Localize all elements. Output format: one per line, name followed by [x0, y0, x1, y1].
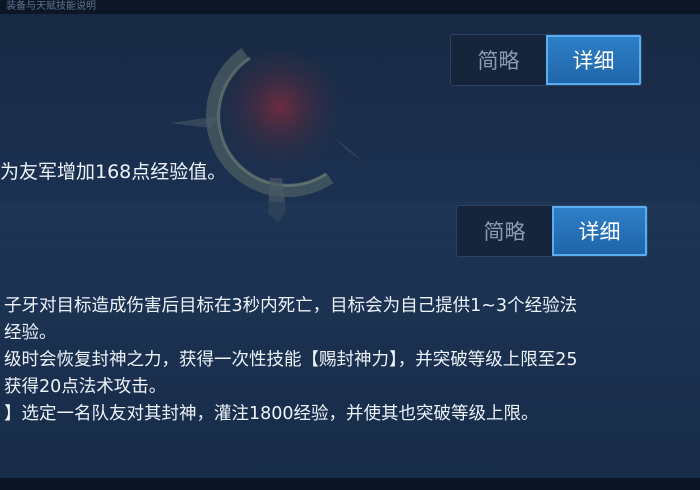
skill-panel-1: 简略 详细 为友军增加168点经验值。 — [0, 14, 700, 223]
description-line: 经验。 — [4, 323, 57, 343]
top-bar: 装备与天赋技能说明 — [0, 0, 700, 14]
skill-description-2: 子牙对目标造成伤害后目标在3秒内死亡，目标会为自己提供1~3个经验法 经验。 级… — [0, 293, 578, 428]
game-screen: 装备与天赋技能说明 简略 详细 为友军增加168点经验值。 简略 详细 子牙对目… — [0, 0, 700, 490]
detail-button[interactable]: 详细 — [546, 35, 641, 85]
faded-title: 装备与天赋技能说明 — [6, 1, 96, 12]
detail-button[interactable]: 详细 — [552, 206, 647, 256]
skill-description-1: 为友军增加168点经验值。 — [0, 161, 227, 183]
brief-button[interactable]: 简略 — [451, 35, 546, 85]
bottom-edge — [0, 478, 700, 490]
description-line: 】选定一名队友对其封神，灌注1800经验，并使其也突破等级上限。 — [4, 404, 539, 424]
brief-button[interactable]: 简略 — [457, 206, 552, 256]
view-toggle-2: 简略 详细 — [456, 205, 648, 257]
description-line: 级时会恢复封神之力，获得一次性技能【赐封神力】，并突破等级上限至25 — [4, 350, 578, 370]
description-line: 子牙对目标造成伤害后目标在3秒内死亡，目标会为自己提供1~3个经验法 — [4, 296, 578, 316]
view-toggle-1: 简略 详细 — [450, 34, 642, 86]
description-line: 获得20点法术攻击。 — [4, 377, 167, 397]
emblem-decoration-icon — [170, 48, 365, 223]
